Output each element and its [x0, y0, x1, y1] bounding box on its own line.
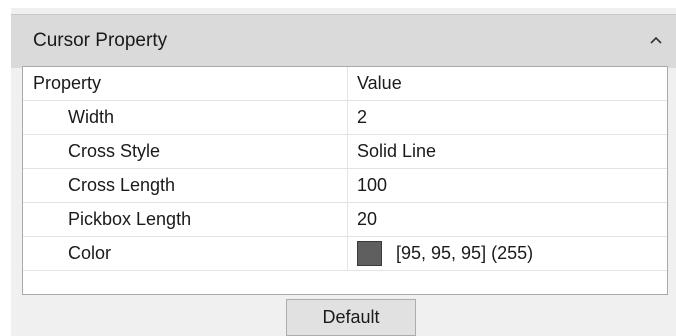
grid-row-color[interactable]: Color [95, 95, 95] (255)	[23, 237, 667, 271]
default-button[interactable]: Default	[286, 299, 416, 336]
property-value[interactable]: 2	[349, 101, 667, 134]
property-value[interactable]: 100	[349, 169, 667, 202]
cursor-property-panel: Cursor Property Property Value Width 2 C…	[11, 8, 676, 336]
property-value[interactable]: 20	[349, 203, 667, 236]
column-header-property: Property	[23, 67, 348, 100]
panel-title: Cursor Property	[33, 30, 168, 51]
property-name: Color	[23, 237, 348, 270]
color-swatch[interactable]	[357, 241, 382, 266]
property-name: Cross Length	[23, 169, 348, 202]
property-grid: Property Value Width 2 Cross Style Solid…	[22, 66, 668, 295]
property-name: Pickbox Length	[23, 203, 348, 236]
color-value-text: [95, 95, 95] (255)	[396, 243, 534, 263]
grid-row-cross-length[interactable]: Cross Length 100	[23, 169, 667, 203]
grid-row-pickbox-length[interactable]: Pickbox Length 20	[23, 203, 667, 237]
chevron-up-icon	[650, 36, 662, 44]
property-name: Cross Style	[23, 135, 348, 168]
property-value[interactable]: Solid Line	[349, 135, 667, 168]
column-header-value: Value	[357, 73, 402, 93]
color-value-cell[interactable]: [95, 95, 95] (255)	[349, 237, 667, 270]
property-name: Width	[23, 101, 348, 134]
panel-header[interactable]: Cursor Property	[11, 14, 676, 68]
grid-header-row: Property Value	[23, 67, 667, 101]
collapse-button[interactable]	[643, 27, 669, 53]
grid-row-cross-style[interactable]: Cross Style Solid Line	[23, 135, 667, 169]
grid-row-width[interactable]: Width 2	[23, 101, 667, 135]
